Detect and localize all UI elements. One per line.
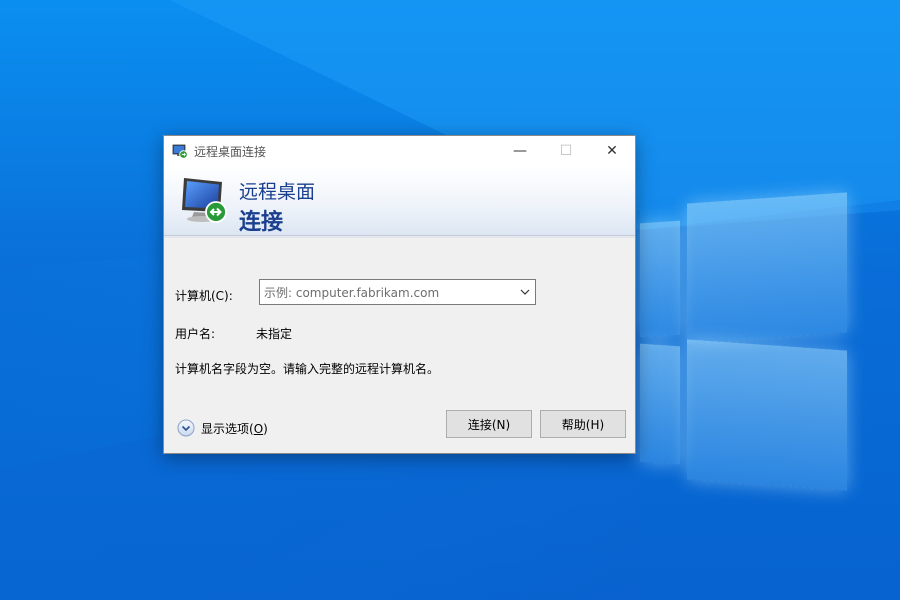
minimize-button[interactable]: — — [497, 136, 543, 166]
computer-label: 计算机(C): — [175, 289, 233, 303]
status-message: 计算机名字段为空。请输入完整的远程计算机名。 — [175, 362, 440, 376]
maximize-button: ☐ — [559, 143, 573, 159]
show-options-label[interactable]: 显示选项(O) — [201, 420, 268, 437]
dialog-body: 计算机(C): 示例: computer.fabrikam.com 用户名: 未… — [164, 236, 635, 454]
close-button[interactable]: ✕ — [589, 136, 635, 166]
username-label: 用户名: — [175, 327, 216, 341]
computer-combobox[interactable]: 示例: computer.fabrikam.com — [259, 279, 536, 305]
logo-pane-bottom-right — [687, 339, 847, 491]
show-options-text: 显示选项( — [201, 421, 254, 436]
logo-pane-top-right — [687, 192, 847, 344]
window-title: 远程桌面连接 — [194, 144, 267, 159]
username-value: 未指定 — [256, 327, 293, 341]
remote-desktop-icon — [172, 144, 188, 159]
banner-title-line1: 远程桌面 — [239, 181, 316, 203]
help-button[interactable]: 帮助(H) — [540, 410, 626, 438]
title-bar[interactable]: 远程桌面连接 — ☐ ✕ — [164, 136, 635, 166]
show-options-accelerator: O — [253, 421, 264, 436]
window-controls: — ☐ ✕ — [497, 136, 635, 166]
show-options-toggle[interactable]: 显示选项(O) — [177, 419, 268, 437]
chevron-down-circle-icon — [177, 419, 195, 437]
dropdown-button[interactable] — [515, 289, 535, 295]
remote-desktop-dialog: 远程桌面连接 — ☐ ✕ 远程桌面 连接 计算机(C): 示例: compute… — [163, 135, 636, 454]
logo-pane-bottom-left — [640, 343, 680, 465]
logo-pane-top-left — [640, 220, 680, 338]
show-options-text-end: ) — [263, 421, 268, 436]
chevron-down-icon — [520, 289, 530, 295]
remote-desktop-monitor-icon — [182, 178, 227, 223]
computer-input[interactable]: 示例: computer.fabrikam.com — [260, 284, 515, 301]
banner-title-line2: 连接 — [239, 210, 284, 235]
header-banner: 远程桌面 连接 — [164, 166, 635, 238]
connect-button[interactable]: 连接(N) — [446, 410, 532, 438]
